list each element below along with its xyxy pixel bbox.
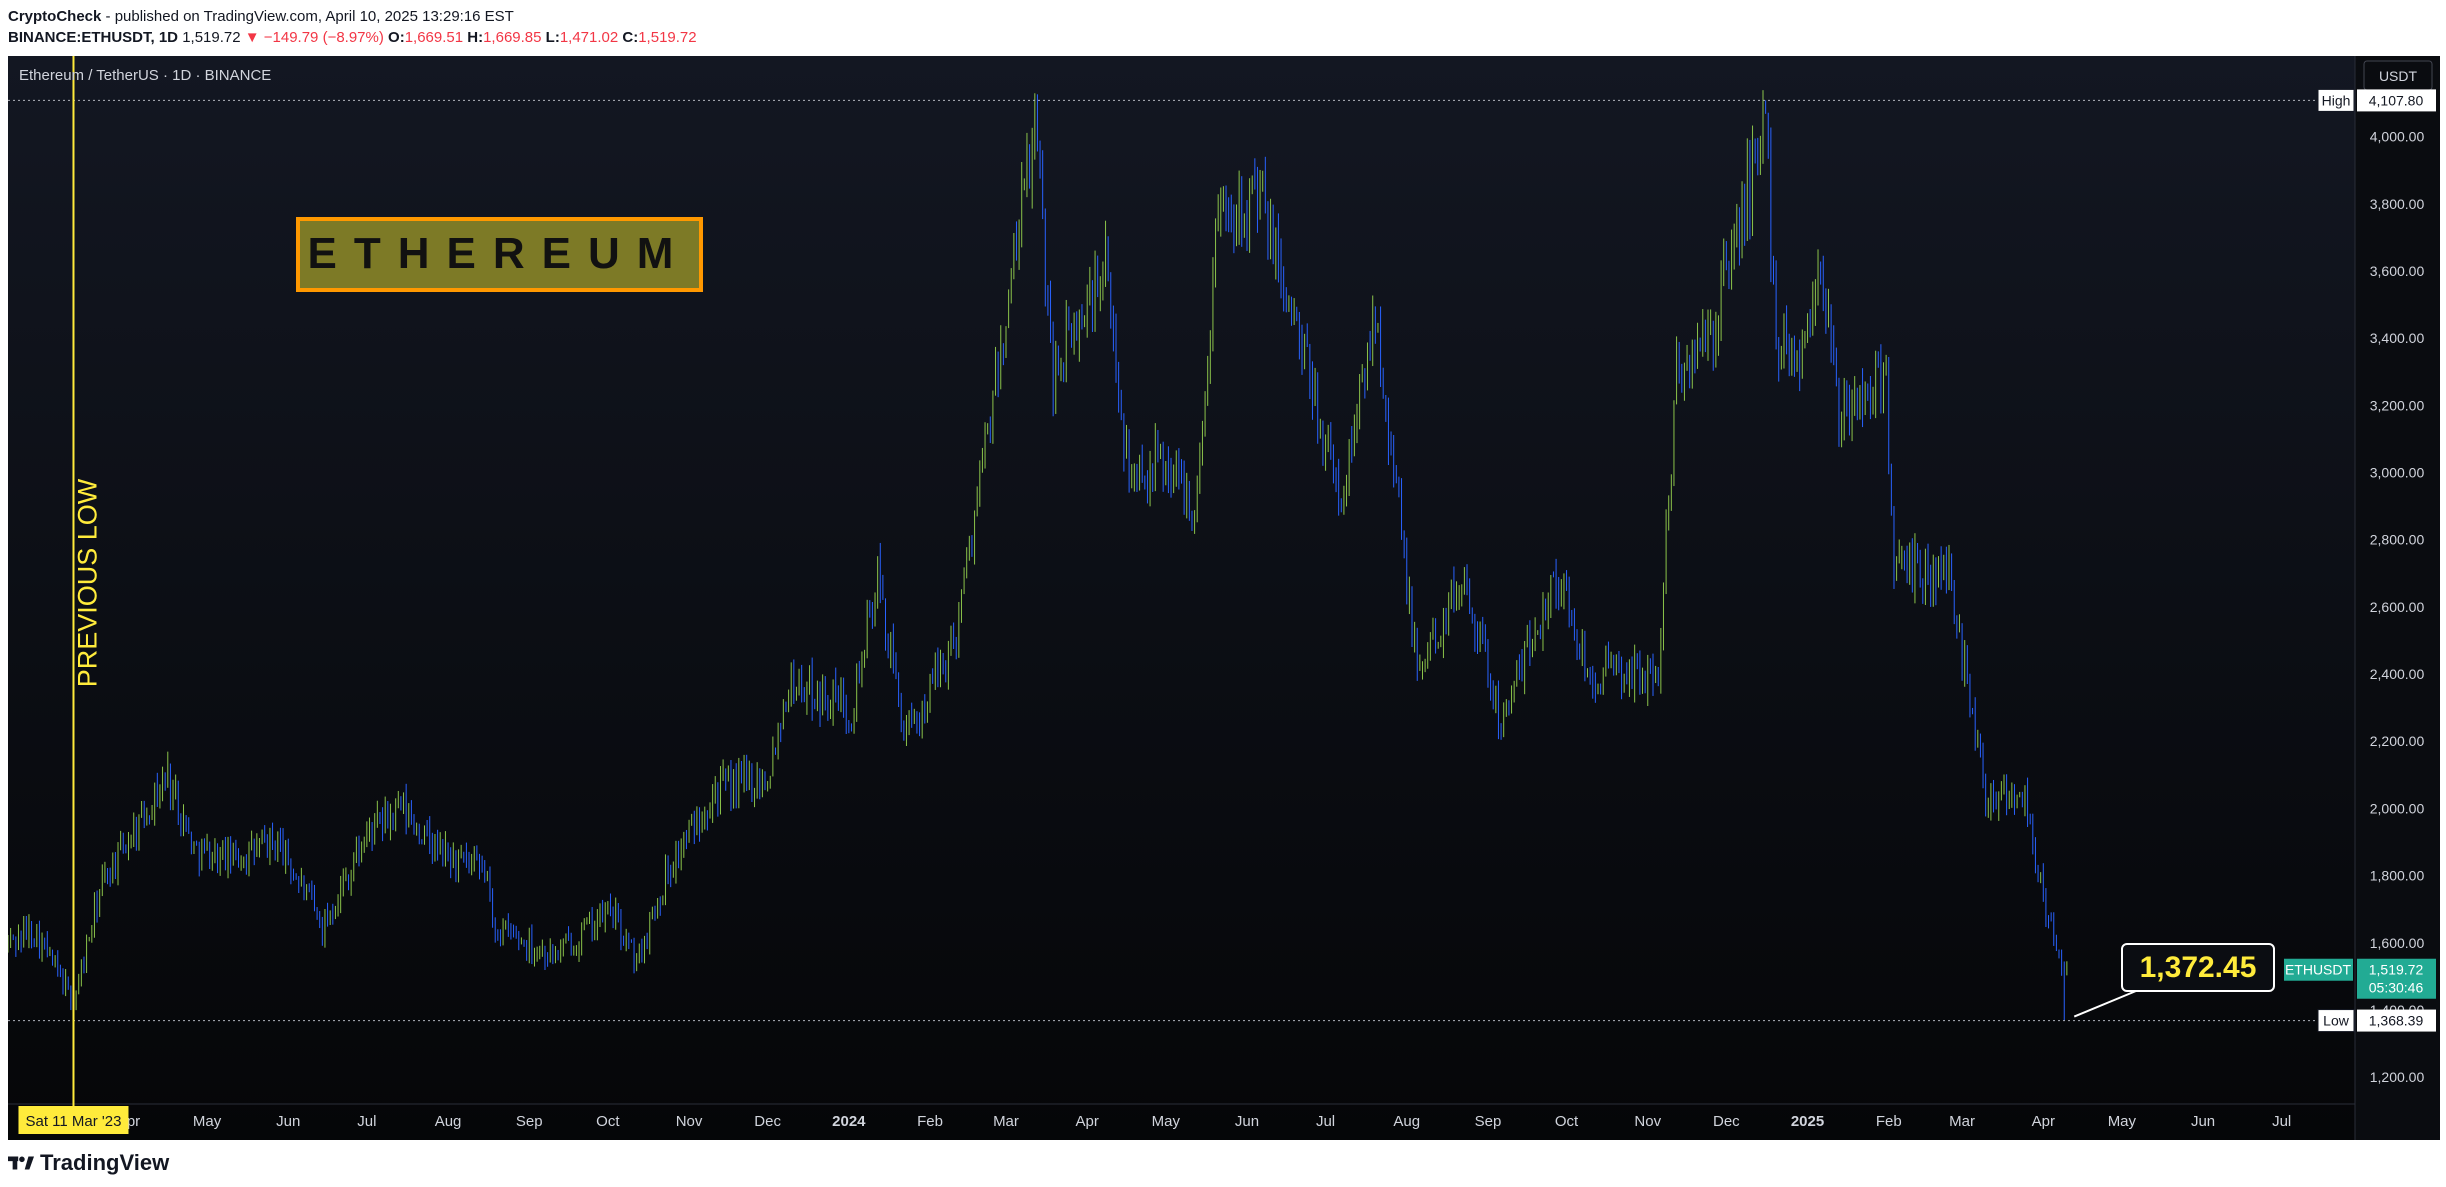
ethereum-banner[interactable]: ETHEREUM	[296, 217, 703, 292]
y-tick-label: 2,000.00	[2370, 800, 2425, 816]
high-tag-value: 4,107.80	[2369, 92, 2424, 108]
high-value: 1,669.85	[483, 29, 542, 46]
y-tick-label: 3,800.00	[2370, 196, 2425, 212]
x-tick-label: Jun	[1235, 1113, 1259, 1130]
y-tick-label: 1,600.00	[2370, 935, 2425, 951]
high-label: H:	[467, 29, 484, 46]
countdown-value: 05:30:46	[2369, 980, 2424, 996]
x-tick-label: Jun	[2191, 1113, 2215, 1130]
x-tick-label: Oct	[1555, 1113, 1579, 1130]
y-tick-label: 1,800.00	[2370, 868, 2425, 884]
price-chart[interactable]: 1,200.001,400.001,600.001,800.002,000.00…	[7, 56, 2440, 1140]
close-value: 1,519.72	[638, 29, 697, 46]
y-tick-label: 3,200.00	[2370, 397, 2425, 413]
x-tick-label: Aug	[1393, 1113, 1420, 1130]
x-tick-label: Feb	[917, 1113, 943, 1130]
y-tick-label: 3,000.00	[2370, 465, 2425, 481]
x-tick-label: Jul	[2272, 1113, 2291, 1130]
close-label: C:	[622, 29, 639, 46]
x-tick-label: Feb	[1876, 1113, 1902, 1130]
x-tick-label: Oct	[596, 1113, 620, 1130]
author-name[interactable]: CryptoCheck	[8, 8, 101, 25]
chart-area[interactable]: 1,200.001,400.001,600.001,800.002,000.00…	[7, 56, 2440, 1140]
high-tag-label: High	[2322, 92, 2351, 108]
x-tick-label: May	[193, 1113, 222, 1130]
high-tag: High 4,107.80	[2317, 88, 2436, 112]
y-tick-label: 1,200.00	[2370, 1069, 2425, 1085]
ethereum-banner-text: ETHEREUM	[308, 229, 691, 278]
last-price-header: 1,519.72	[182, 29, 241, 46]
x-tick-label: Apr	[1076, 1113, 1099, 1130]
x-tick-label: Dec	[1713, 1113, 1740, 1130]
previous-low-date-tag: Sat 11 Mar '23	[18, 1106, 129, 1134]
y-tick-label: 3,400.00	[2370, 330, 2425, 346]
last-price-value: 1,519.72	[2369, 962, 2424, 978]
x-tick-label: Nov	[676, 1113, 703, 1130]
footer-brand[interactable]: TradingView	[8, 1150, 169, 1176]
x-tick-label: Mar	[993, 1113, 1019, 1130]
low-tag: Low 1,368.39	[2317, 1009, 2436, 1033]
previous-low-label: PREVIOUS LOW	[72, 478, 102, 687]
x-tick-label: Jul	[357, 1113, 376, 1130]
previous-low-label-group: PREVIOUS LOW	[72, 478, 102, 687]
y-tick-label: 4,000.00	[2370, 129, 2425, 145]
published-info: - published on TradingView.com, April 10…	[105, 8, 514, 25]
x-tick-label: Apr	[2032, 1113, 2055, 1130]
previous-low-date-label: Sat 11 Mar '23	[25, 1113, 121, 1130]
legend-text: Ethereum / TetherUS · 1D · BINANCE	[19, 67, 271, 84]
x-tick-label: May	[2108, 1113, 2137, 1130]
low-value: 1,471.02	[559, 29, 619, 46]
low-tag-value: 1,368.39	[2369, 1013, 2424, 1029]
x-tick-label: Dec	[754, 1113, 781, 1130]
x-tick-label: May	[1152, 1113, 1181, 1130]
x-tick-label: Mar	[1949, 1113, 1975, 1130]
x-tick-label: Jul	[1316, 1113, 1335, 1130]
symbol-info: BINANCE:ETHUSDT, 1D	[8, 29, 179, 46]
y-tick-label: 2,400.00	[2370, 666, 2425, 682]
last-symbol-label: ETHUSDT	[2285, 962, 2352, 978]
x-tick-label: Nov	[1634, 1113, 1661, 1130]
open-value: 1,669.51	[404, 29, 464, 46]
tradingview-logo-icon	[8, 1156, 34, 1170]
price-axis[interactable]: 1,200.001,400.001,600.001,800.002,000.00…	[2370, 129, 2425, 1086]
callout-value: 1,372.45	[2140, 951, 2257, 984]
y-tick-label: 3,600.00	[2370, 263, 2425, 279]
y-tick-label: 2,600.00	[2370, 599, 2425, 615]
low-label: L:	[545, 29, 560, 46]
y-tick-label: 2,200.00	[2370, 733, 2425, 749]
x-tick-label: Jun	[276, 1113, 300, 1130]
legend[interactable]: Ethereum / TetherUS · 1D · BINANCE	[19, 67, 271, 84]
change-info: ▼ −149.79 (−8.97%)	[244, 29, 384, 46]
x-tick-label: Aug	[435, 1113, 462, 1130]
currency-label: USDT	[2379, 68, 2418, 84]
y-tick-label: 2,800.00	[2370, 532, 2425, 548]
x-tick-label: 2025	[1791, 1113, 1824, 1130]
x-tick-label: 2024	[832, 1113, 866, 1130]
open-label: O:	[388, 29, 405, 46]
footer-brand-text: TradingView	[40, 1150, 170, 1175]
currency-button[interactable]: USDT	[2363, 60, 2433, 91]
chart-header: CryptoCheck - published on TradingView.c…	[8, 6, 697, 48]
low-tag-label: Low	[2323, 1013, 2350, 1029]
x-tick-label: Sep	[1475, 1113, 1502, 1130]
x-tick-label: Sep	[516, 1113, 543, 1130]
